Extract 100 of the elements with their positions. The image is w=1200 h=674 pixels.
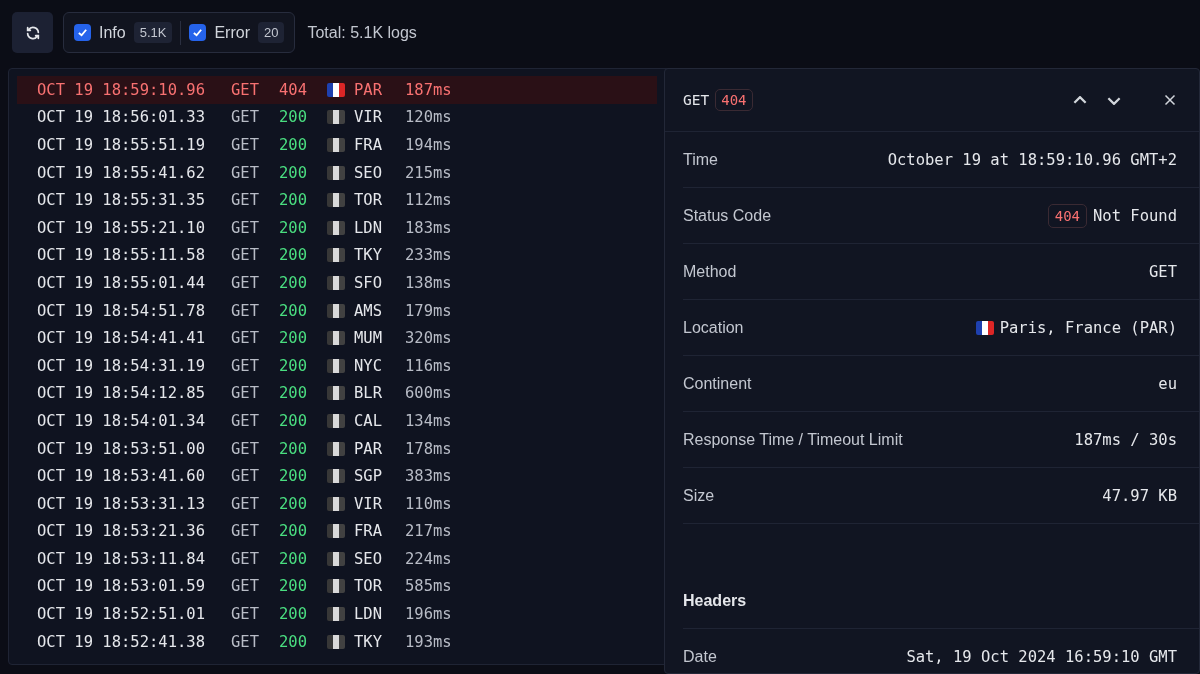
chevron-down-icon [1107, 95, 1121, 105]
log-duration: 183ms [405, 218, 453, 237]
flag-icon [327, 607, 345, 622]
log-duration: 120ms [405, 108, 453, 127]
log-duration: 187ms [405, 80, 453, 99]
log-method: GET [231, 136, 260, 154]
field-value: 187ms / 30s [1074, 430, 1177, 449]
log-method: GET [231, 163, 260, 182]
log-status: 200 [279, 246, 308, 265]
log-status: 200 [279, 163, 308, 182]
checkbox[interactable] [189, 24, 207, 41]
flag-icon [327, 441, 345, 456]
log-location: FRA [354, 522, 383, 541]
log-time: OCT 19 18:55:21.10 [37, 218, 206, 237]
log-status: 200 [279, 522, 308, 541]
log-method: GET [231, 80, 260, 99]
status-badge: 404 [1047, 203, 1087, 228]
log-time: OCT 19 18:56:01.33 [37, 108, 206, 127]
log-status: 200 [279, 467, 308, 486]
count-badge: 20 [258, 22, 285, 43]
log-row[interactable]: OCT 19 18:56:01.33 GET 200 VIR 120ms [17, 103, 657, 132]
field-label: Location [683, 318, 744, 337]
log-time: OCT 19 18:55:31.35 [37, 191, 206, 210]
flag-icon [327, 303, 345, 318]
log-row[interactable]: OCT 19 18:55:21.10 GET 200 LDN 183ms [17, 213, 657, 242]
refresh-button[interactable] [12, 12, 53, 53]
log-row[interactable]: OCT 19 18:54:41.41 GET 200 MUM 320ms [17, 324, 657, 352]
log-location: MUM [354, 329, 383, 348]
flag-icon [327, 551, 345, 566]
log-duration: 224ms [405, 549, 453, 568]
log-row[interactable]: OCT 19 18:52:41.38 GET 200 TKY 193ms [17, 627, 657, 656]
log-time: OCT 19 18:54:51.78 [37, 301, 206, 320]
log-method: GET [231, 549, 260, 568]
log-method: GET [231, 494, 260, 513]
log-row[interactable]: OCT 19 18:52:51.01 GET 200 LDN 196ms [17, 600, 657, 628]
flag-icon [327, 413, 345, 428]
log-status: 200 [279, 605, 308, 624]
log-duration: 110ms [405, 494, 453, 513]
log-duration: 585ms [405, 577, 453, 596]
log-status: 200 [279, 273, 308, 292]
check-icon [77, 27, 88, 38]
field-label: Continent [683, 374, 752, 393]
log-location: VIR [354, 494, 383, 513]
log-row[interactable]: OCT 19 18:53:21.36 GET 200 FRA 217ms [17, 517, 657, 546]
check-icon [192, 27, 204, 38]
log-duration: 215ms [405, 163, 453, 182]
log-time: OCT 19 18:53:01.59 [37, 577, 206, 596]
log-time: OCT 19 18:55:41.62 [37, 163, 206, 182]
log-method: GET [231, 467, 260, 486]
log-status: 200 [279, 108, 308, 127]
log-row[interactable]: OCT 19 18:54:12.85 GET 200 BLR 600ms [17, 379, 657, 408]
log-location: SGP [354, 467, 383, 486]
log-location: TKY [354, 246, 383, 265]
field-value: 47.97 KB [1102, 486, 1177, 505]
log-row[interactable]: OCT 19 18:59:10.96 GET 404 PAR 187ms [17, 76, 657, 104]
log-location: TOR [354, 577, 383, 596]
refresh-icon [24, 24, 41, 41]
log-location: TKY [354, 632, 383, 651]
log-method: GET [231, 605, 260, 624]
log-row[interactable]: OCT 19 18:53:51.00 GET 200 PAR 178ms [17, 434, 657, 463]
checkbox[interactable] [74, 24, 91, 41]
log-duration: 383ms [405, 467, 453, 486]
log-row[interactable]: OCT 19 18:53:11.84 GET 200 SEO 224ms [17, 545, 657, 573]
filter-label: Error [214, 23, 250, 42]
log-row[interactable]: OCT 19 18:55:11.58 GET 200 TKY 233ms [17, 241, 657, 270]
field-value: October 19 at 18:59:10.96 GMT+2 [887, 150, 1177, 169]
flag-icon [327, 524, 345, 539]
log-duration: 179ms [405, 301, 453, 320]
log-duration: 233ms [405, 246, 453, 265]
log-time: OCT 19 18:53:11.84 [37, 549, 206, 568]
flag-icon [327, 579, 345, 594]
field-value: Not Found [1093, 206, 1177, 225]
log-row[interactable]: OCT 19 18:55:31.35 GET 200 TOR 112ms [17, 186, 657, 214]
log-status: 200 [279, 356, 308, 375]
log-location: PAR [354, 439, 383, 458]
log-row[interactable]: OCT 19 18:53:01.59 GET 200 TOR 585ms [17, 572, 657, 601]
log-row[interactable]: OCT 19 18:55:41.62 GET 200 SEO 215ms [17, 158, 657, 187]
log-method: GET [231, 356, 260, 375]
log-row[interactable]: OCT 19 18:54:31.19 GET 200 NYC 116ms [17, 351, 657, 380]
log-method: GET [231, 218, 260, 237]
log-location: SEO [354, 163, 383, 182]
log-method: GET [231, 191, 260, 210]
log-row[interactable]: OCT 19 18:55:51.19 GET 200 FRA 194ms [17, 131, 657, 159]
chevron-up-icon [1073, 95, 1087, 105]
log-time: OCT 19 18:59:10.96 [37, 80, 206, 99]
log-status: 200 [279, 632, 308, 651]
log-duration: 112ms [405, 191, 453, 210]
log-row[interactable]: OCT 19 18:53:41.60 GET 200 SGP 383ms [17, 462, 657, 490]
log-time: OCT 19 18:53:31.13 [37, 494, 206, 513]
log-row[interactable]: OCT 19 18:53:31.13 GET 200 VIR 110ms [17, 489, 657, 518]
flag-icon [327, 110, 345, 125]
log-row[interactable]: OCT 19 18:54:01.34 GET 200 CAL 134ms [17, 407, 657, 435]
detail-method: GET [683, 92, 710, 108]
flag-icon [327, 331, 345, 346]
field-label: Date [683, 647, 717, 666]
field-value: Paris, France (PAR) [999, 318, 1177, 337]
flag-icon [327, 220, 345, 235]
log-status: 404 [279, 80, 308, 99]
log-row[interactable]: OCT 19 18:55:01.44 GET 200 SFO 138ms [17, 269, 657, 297]
log-row[interactable]: OCT 19 18:54:51.78 GET 200 AMS 179ms [17, 296, 657, 325]
